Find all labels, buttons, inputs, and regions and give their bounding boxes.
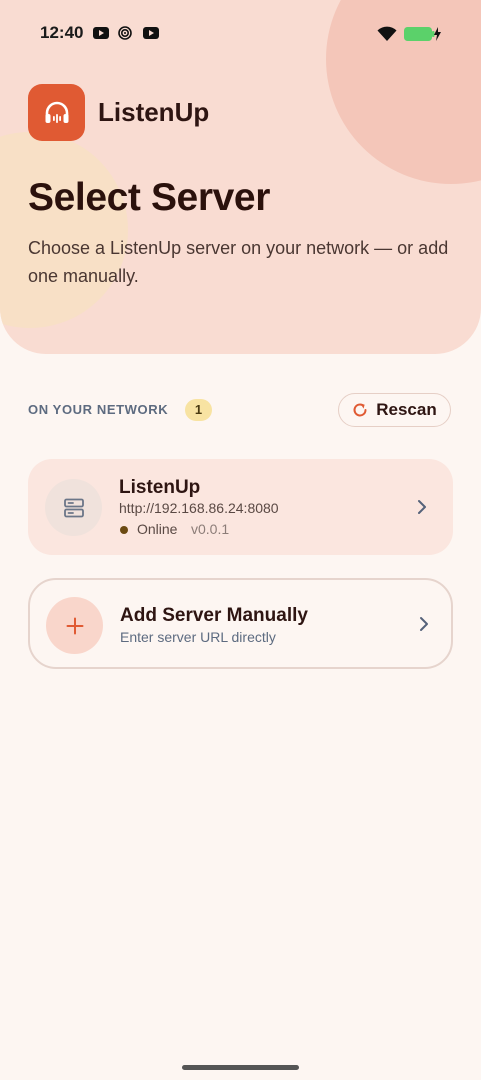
battery-charging-icon xyxy=(404,27,441,41)
server-count-badge: 1 xyxy=(185,399,212,421)
decorative-circle xyxy=(0,132,128,328)
server-icon xyxy=(63,498,84,517)
add-server-manually-button[interactable]: Add Server Manually Enter server URL dir… xyxy=(28,578,453,669)
chevron-right-icon xyxy=(420,617,428,631)
server-icon-container xyxy=(45,479,102,536)
server-version: v0.0.1 xyxy=(191,521,230,537)
home-indicator[interactable] xyxy=(182,1065,299,1070)
server-name: ListenUp xyxy=(119,477,201,498)
wifi-icon xyxy=(377,26,397,41)
target-icon xyxy=(118,26,132,40)
status-bar: 12:40 xyxy=(0,0,481,68)
section-label-network: ON YOUR NETWORK xyxy=(28,402,169,417)
rescan-button[interactable]: Rescan xyxy=(338,393,451,427)
refresh-icon xyxy=(353,403,367,417)
headphones-icon xyxy=(45,101,68,123)
page-subtitle: Choose a ListenUp server on your network… xyxy=(28,238,449,286)
server-url: http://192.168.86.24:8080 xyxy=(119,500,279,516)
add-icon-container xyxy=(46,597,103,654)
server-status: Online xyxy=(137,521,178,537)
server-card[interactable]: ListenUp http://192.168.86.24:8080 Onlin… xyxy=(28,459,453,555)
rescan-label: Rescan xyxy=(376,400,437,419)
youtube-icon xyxy=(143,27,159,39)
page-title: Select Server xyxy=(28,176,270,219)
youtube-icon xyxy=(93,27,109,39)
app-name: ListenUp xyxy=(98,97,210,127)
chevron-right-icon xyxy=(418,500,426,514)
add-server-subtitle: Enter server URL directly xyxy=(120,629,276,645)
status-time: 12:40 xyxy=(40,23,84,42)
status-dot xyxy=(120,526,128,534)
plus-icon xyxy=(66,617,83,634)
add-server-title: Add Server Manually xyxy=(120,605,308,626)
app-logo xyxy=(28,84,85,141)
